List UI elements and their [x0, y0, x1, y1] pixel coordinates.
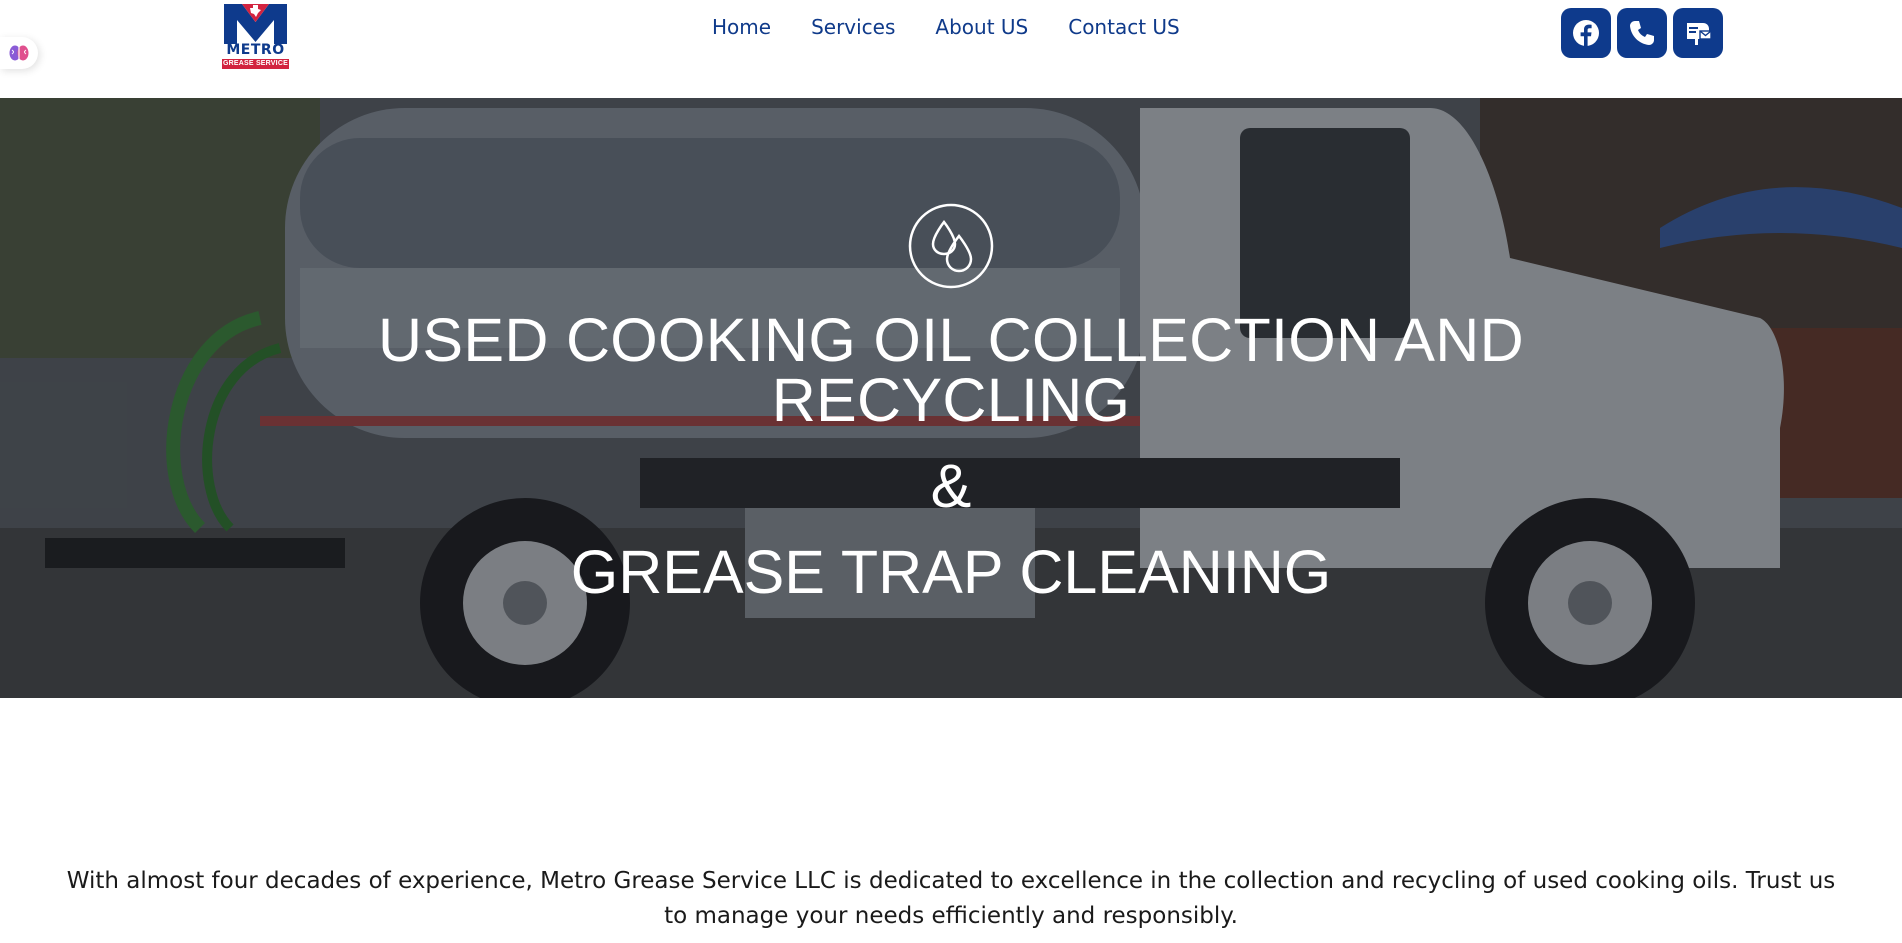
hero-title-line1: USED COOKING OIL COLLECTION AND RECYCLIN… — [378, 306, 1524, 434]
intro-paragraph: With almost four decades of experience, … — [66, 868, 1836, 929]
main-nav: Home Services About US Contact US — [712, 13, 1180, 41]
nav-services-link[interactable]: Services — [811, 13, 895, 41]
accessibility-widget-button[interactable] — [0, 37, 38, 69]
metro-grease-logo[interactable]: METRO GREASE SERVICE — [222, 2, 289, 70]
hero-title-ampersand: & — [930, 452, 972, 520]
mail-button[interactable] — [1673, 8, 1723, 58]
logo-tagline: GREASE SERVICE — [222, 59, 289, 69]
nav-contact-link[interactable]: Contact US — [1068, 13, 1180, 41]
facebook-button[interactable] — [1561, 8, 1611, 58]
brain-icon — [9, 45, 29, 61]
phone-button[interactable] — [1617, 8, 1667, 58]
hero-title-line2: GREASE TRAP CLEANING — [570, 538, 1332, 606]
mail-icon — [1687, 23, 1712, 45]
nav-home-link[interactable]: Home — [712, 13, 771, 41]
hero-section: USED COOKING OIL COLLECTION AND RECYCLIN… — [0, 98, 1902, 698]
social-buttons — [1561, 8, 1723, 58]
nav-about-link[interactable]: About US — [935, 13, 1028, 41]
hero-title: USED COOKING OIL COLLECTION AND RECYCLIN… — [340, 306, 1562, 606]
facebook-icon — [1573, 20, 1599, 46]
logo-mark — [222, 2, 289, 44]
site-header: METRO GREASE SERVICE Home Services About… — [0, 0, 1902, 98]
logo-wordmark: METRO — [226, 42, 285, 58]
oil-drops-icon — [908, 203, 994, 289]
phone-icon — [1630, 21, 1654, 45]
